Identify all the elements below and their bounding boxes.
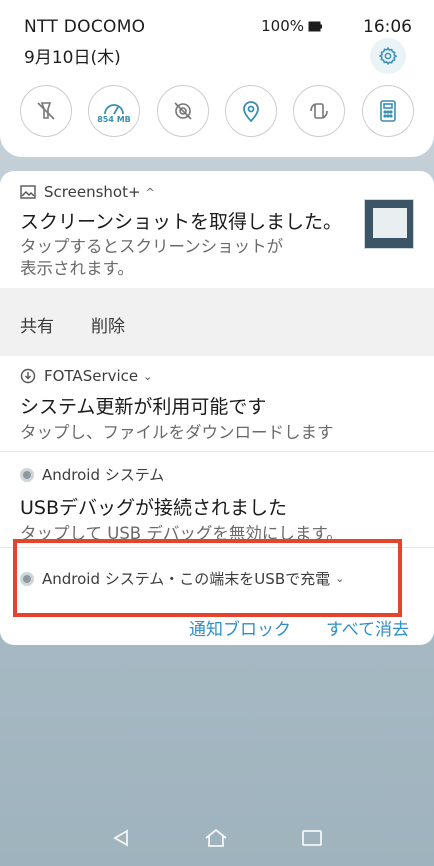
flashlight-off-icon (37, 102, 55, 120)
chevron-up-icon[interactable]: ^ (146, 186, 155, 199)
recents-icon (302, 830, 322, 846)
quick-settings-tiles: 854 MB (20, 85, 416, 141)
thumbnail-preview (373, 208, 407, 238)
tile-data-usage[interactable]: 854 MB (88, 85, 140, 137)
home-button[interactable] (198, 820, 234, 856)
gear-icon (378, 46, 398, 66)
delete-button[interactable]: 削除 (91, 312, 125, 337)
notification-screenshot[interactable]: Screenshot+ ^ スクリーンショットを取得しました。 タップするとスク… (20, 183, 418, 280)
app-name: FOTAService (44, 367, 139, 385)
screenshot-actions: 共有 削除 (0, 288, 434, 356)
battery-percent: 100% (261, 17, 304, 35)
notification-title: スクリーンショットを取得しました。 (20, 211, 343, 233)
home-icon (205, 828, 227, 847)
image-icon (20, 185, 36, 199)
recents-button[interactable] (294, 820, 330, 856)
carrier-name: NTT DOCOMO (24, 17, 146, 37)
tile-screen-rotate[interactable] (293, 85, 345, 137)
notification-fota[interactable]: FOTAService ⌄ システム更新が利用可能です タップし、ファイルをダウ… (20, 367, 418, 444)
notification-body: タップし、ファイルをダウンロードします (20, 423, 334, 442)
calculator-icon (380, 100, 396, 122)
settings-button[interactable] (370, 38, 406, 74)
highlight-box (13, 539, 402, 617)
tile-flashlight[interactable] (20, 85, 72, 137)
date-label: 9月10日(木) (24, 48, 121, 68)
app-name: Android システム (42, 466, 165, 484)
quick-settings-panel: NTT DOCOMO 100% 16:06 9月10日(木) 854 MB (0, 0, 434, 157)
data-usage-value: 854 MB (97, 114, 131, 124)
status-bar: NTT DOCOMO 100% 16:06 (24, 14, 418, 38)
divider (0, 451, 434, 452)
notification-body-line-1: タップするとスクリーンショットが (20, 237, 284, 256)
android-system-icon (20, 467, 34, 482)
battery-full-icon (308, 21, 322, 32)
back-button[interactable] (103, 820, 139, 856)
notification-title: USBデバッグが接続されました (20, 497, 288, 519)
tile-calculator[interactable] (362, 85, 414, 137)
app-name: Screenshot+ (44, 183, 141, 201)
clock: 16:06 (363, 17, 412, 37)
system-update-icon (20, 368, 36, 384)
block-notifications-link[interactable]: 通知ブロック (189, 615, 291, 640)
location-off-icon (174, 102, 192, 120)
notification-body-line-2: 表示されます。 (20, 259, 134, 278)
clear-all-link[interactable]: すべて消去 (326, 615, 409, 640)
navigation-bar (0, 808, 434, 866)
back-icon (113, 829, 128, 847)
screen-rotate-icon (310, 103, 328, 119)
share-button[interactable]: 共有 (20, 312, 54, 337)
location-icon (243, 101, 259, 123)
notification-title: システム更新が利用可能です (20, 396, 267, 418)
tile-location-off[interactable] (157, 85, 209, 137)
notification-app-line: Screenshot+ ^ (20, 183, 418, 201)
chevron-down-icon[interactable]: ⌄ (143, 370, 152, 383)
screenshot-thumbnail[interactable] (364, 199, 414, 249)
tile-location[interactable] (225, 85, 277, 137)
notification-app-line: FOTAService ⌄ (20, 367, 418, 385)
notification-app-line: Android システム (20, 464, 418, 485)
notification-usb-debug[interactable]: Android システム USBデバッグが接続されました タップして USB デ… (20, 464, 418, 545)
